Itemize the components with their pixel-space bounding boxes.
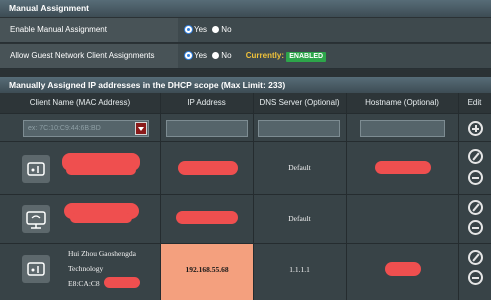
- col-header-dns: DNS Server (Optional): [253, 93, 346, 113]
- edit-pencil-icon[interactable]: [468, 149, 483, 164]
- enable-manual-row: Enable Manual Assignment Yes No: [0, 18, 491, 43]
- guest-assignment-row: Allow Guest Network Client Assignments Y…: [0, 44, 491, 69]
- ip-input[interactable]: [166, 120, 248, 137]
- redacted-ip: [178, 161, 238, 175]
- redacted-hostname: [385, 262, 421, 276]
- redacted-client-mac: [104, 277, 140, 288]
- no-label: No: [221, 51, 232, 60]
- client-mac: E8:CA:C8: [68, 279, 100, 288]
- dns-value: Default: [288, 214, 311, 223]
- col-header-edit: Edit: [458, 93, 491, 113]
- dns-value: Default: [288, 163, 311, 172]
- hostname-input[interactable]: [360, 120, 445, 137]
- section-title: Manual Assignment: [9, 3, 89, 13]
- guest-yes-radio[interactable]: [185, 52, 192, 59]
- router-device-icon: [22, 255, 50, 283]
- minus-circle-icon[interactable]: [468, 220, 483, 235]
- table-title: Manually Assigned IP addresses in the DH…: [9, 80, 286, 90]
- dropdown-arrow-icon[interactable]: [135, 122, 147, 135]
- dns-input[interactable]: [258, 120, 340, 137]
- edit-pencil-icon[interactable]: [468, 200, 483, 215]
- redacted-hostname: [375, 161, 431, 174]
- router-device-icon: [22, 155, 50, 183]
- edit-pencil-icon[interactable]: [468, 250, 483, 265]
- plus-circle-icon[interactable]: [468, 121, 483, 136]
- yes-label: Yes: [194, 25, 208, 34]
- enable-manual-label: Enable Manual Assignment: [10, 25, 107, 34]
- client-select-placeholder: ex: 7C:10:C9:44:6B:BD: [28, 125, 101, 132]
- col-header-client: Client Name (MAC Address): [0, 93, 160, 113]
- minus-circle-icon[interactable]: [468, 270, 483, 285]
- enable-manual-options: Yes No: [178, 18, 491, 42]
- col-header-hostname: Hostname (Optional): [346, 93, 458, 113]
- enable-no-radio[interactable]: [212, 26, 220, 33]
- monitor-device-icon: [22, 205, 50, 233]
- client-name-line1: Hui Zhou Gaoshengda: [68, 249, 136, 258]
- redacted-client-mac: [66, 165, 136, 175]
- guest-assignment-options: Yes No Currently: ENABLED: [178, 44, 491, 68]
- client-select[interactable]: ex: 7C:10:C9:44:6B:BD: [23, 120, 149, 137]
- enable-yes-radio[interactable]: [185, 26, 192, 33]
- manual-assignment-header: Manual Assignment: [0, 0, 491, 17]
- client-name-line2: Technology: [68, 264, 104, 273]
- dns-value: 1.1.1.1: [289, 265, 310, 274]
- redacted-ip: [176, 211, 238, 224]
- minus-circle-icon[interactable]: [468, 170, 483, 185]
- enabled-badge: ENABLED: [286, 52, 327, 62]
- dhcp-assignment-table: Client Name (MAC Address) IP Address DNS…: [0, 93, 491, 300]
- guest-assignment-label: Allow Guest Network Client Assignments: [10, 51, 155, 60]
- currently-label: Currently:: [245, 51, 284, 60]
- dhcp-table-header: Manually Assigned IP addresses in the DH…: [0, 77, 491, 93]
- guest-no-radio[interactable]: [212, 52, 220, 59]
- yes-label: Yes: [194, 51, 208, 60]
- col-header-ip: IP Address: [160, 93, 253, 113]
- redacted-client-mac: [70, 213, 132, 223]
- ip-value: 192.168.55.68: [185, 265, 229, 274]
- no-label: No: [221, 25, 232, 34]
